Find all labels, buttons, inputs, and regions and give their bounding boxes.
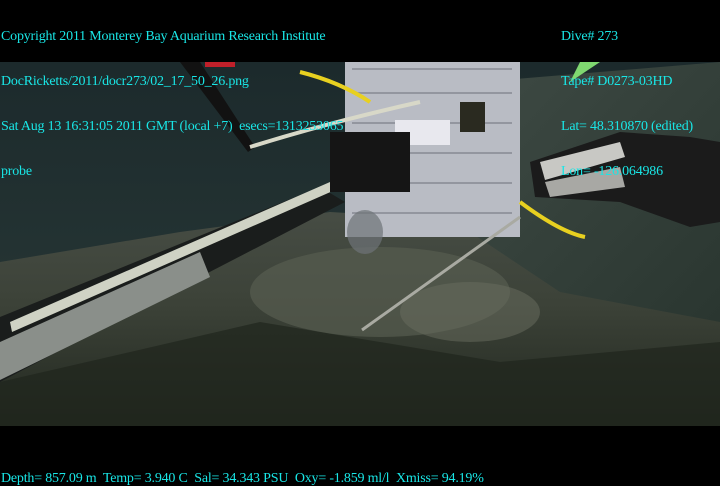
copyright-text: Copyright 2011 Monterey Bay Aquarium Res… xyxy=(1,29,326,44)
latitude-text: Lat= 48.310870 (edited) xyxy=(561,119,693,134)
timestamp-text: Sat Aug 13 16:31:05 2011 GMT (local +7) … xyxy=(1,119,344,134)
tape-number-text: Tape# D0273-03HD xyxy=(561,74,673,89)
image-path-text: DocRicketts/2011/docr273/02_17_50_26.png xyxy=(1,74,249,89)
overlay-top-right: Dive# 273 Tape# D0273-03HD Lat= 48.31087… xyxy=(561,0,693,209)
longitude-text: Lon= -126.064986 xyxy=(561,164,663,179)
rov-video-frame: Copyright 2011 Monterey Bay Aquarium Res… xyxy=(0,0,720,486)
overlay-top-left: Copyright 2011 Monterey Bay Aquarium Res… xyxy=(1,0,344,209)
dive-number-text: Dive# 273 xyxy=(561,29,618,44)
annotation-text: probe xyxy=(1,164,32,179)
sensor-readout: Depth= 857.09 m Temp= 3.940 C Sal= 34.34… xyxy=(1,471,484,486)
